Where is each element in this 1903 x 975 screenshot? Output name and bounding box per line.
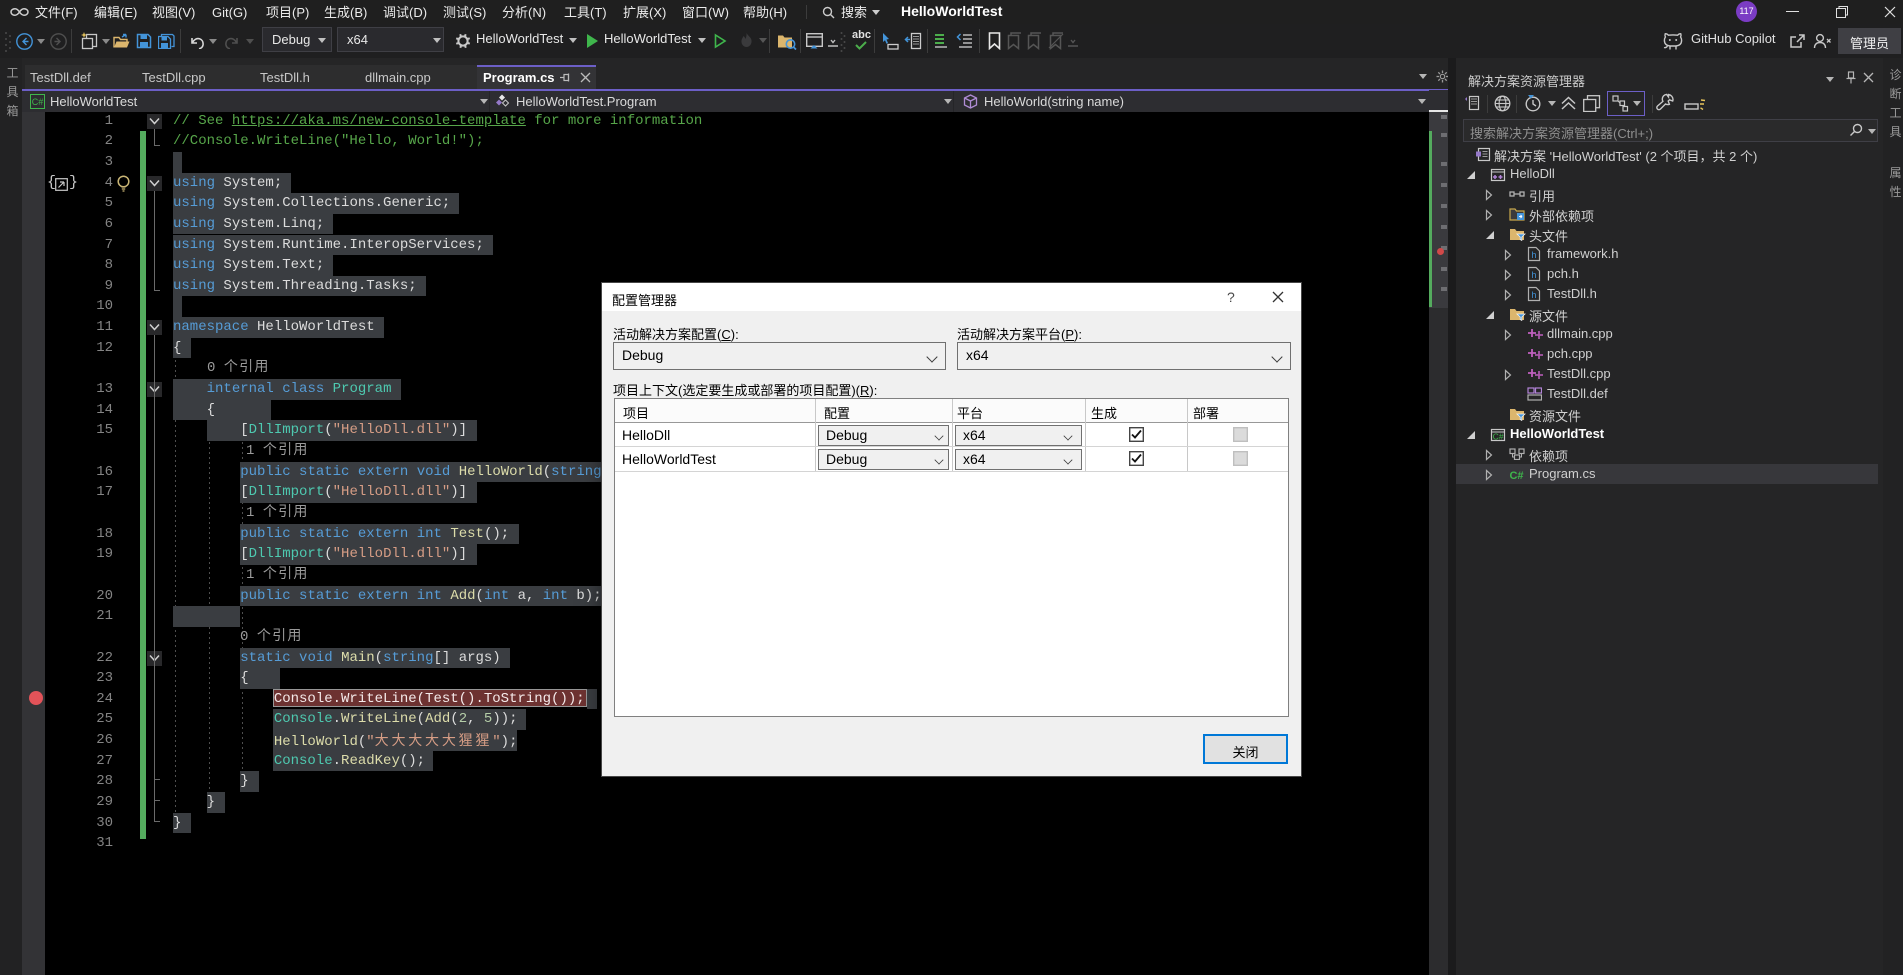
svg-text:h: h <box>1531 271 1536 281</box>
svg-text:C#: C# <box>32 97 44 107</box>
svg-text:h: h <box>1531 251 1536 261</box>
svg-text:h: h <box>1531 291 1536 301</box>
svg-text:C#: C# <box>1493 432 1504 442</box>
svg-text:C#: C# <box>1509 470 1523 482</box>
